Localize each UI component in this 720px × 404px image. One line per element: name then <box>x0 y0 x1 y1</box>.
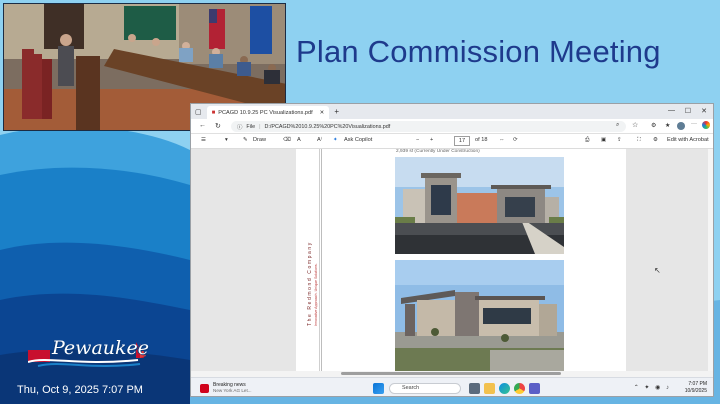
taskbar-search-box[interactable]: Search <box>389 383 461 394</box>
news-widget[interactable]: Breaking news New York AG Let... <box>200 382 252 393</box>
info-icon: ⓘ <box>237 124 243 131</box>
tab-actions-icon[interactable]: ▢ <box>195 108 202 116</box>
erase-icon[interactable]: ⌫ <box>283 137 291 143</box>
pdf-toolbar: ☰ ▾ ✎ Draw ⌫ A A⁾ ✦ Ask Copilot − + 17 o… <box>191 134 713 149</box>
teams-icon[interactable] <box>529 383 540 394</box>
vertical-scrollbar[interactable] <box>708 149 713 371</box>
taskbar-clock[interactable]: 7:07 PM 10/9/2025 <box>685 381 707 395</box>
page-margin-line <box>319 149 320 371</box>
fit-page-icon[interactable]: ⇔ <box>499 137 505 143</box>
fullscreen-icon[interactable]: ⛶ <box>637 137 641 144</box>
text-icon[interactable]: A <box>297 137 301 143</box>
news-icon <box>200 384 209 393</box>
vertical-company-tagline: Innovative Approach. Unique Solutions. <box>314 263 318 326</box>
broadcast-timestamp: Thu, Oct 9, 2025 7:07 PM <box>17 384 143 396</box>
maximize-button[interactable]: ☐ <box>685 107 691 115</box>
chrome-icon[interactable] <box>514 383 525 394</box>
draw-button[interactable]: Draw <box>253 137 266 143</box>
back-icon[interactable]: ← <box>199 122 206 129</box>
rotate-icon[interactable]: ⟳ <box>513 137 518 143</box>
news-subtitle: New York AG Let... <box>213 388 252 393</box>
more-options-icon[interactable]: ··· <box>691 121 697 127</box>
edge-icon[interactable] <box>499 383 510 394</box>
contents-icon[interactable]: ☰ <box>201 137 206 143</box>
pdf-file-icon: ■ <box>211 109 216 116</box>
zoom-in-button[interactable]: + <box>430 137 433 143</box>
page-number-input[interactable]: 17 <box>454 136 470 146</box>
page-margin-line-right <box>321 149 322 371</box>
read-aloud-icon[interactable]: A⁾ <box>317 137 322 143</box>
windows-taskbar: Breaking news New York AG Let... Search … <box>191 377 713 396</box>
shared-screen: ▢ ■ PCAGD 10.9.25 PC Visualizations.pdf … <box>190 103 714 397</box>
favorites-icon[interactable]: ★ <box>665 122 670 129</box>
building-caption: 2,939 sf (Currently Under Construction) <box>396 149 480 154</box>
browser-tab-pdf[interactable]: ■ PCAGD 10.9.25 PC Visualizations.pdf ✕ <box>206 106 330 119</box>
meeting-title: Plan Commission Meeting <box>296 34 661 69</box>
address-url: D:/PCAGD%2010.9.25%20PC%20Visualizations… <box>264 123 391 130</box>
refresh-icon[interactable]: ↻ <box>215 122 221 130</box>
file-explorer-icon[interactable] <box>484 383 495 394</box>
copilot-icon[interactable] <box>702 121 710 129</box>
building-photo-image <box>395 260 564 371</box>
clock-date: 10/9/2025 <box>684 388 707 394</box>
task-view-icon[interactable] <box>469 383 480 394</box>
zoom-out-button[interactable]: − <box>416 137 419 143</box>
address-bar-row: ← ↻ ⓘ File | D:/PCAGD%2010.9.25%20PC%20V… <box>191 119 713 134</box>
edit-with-acrobat-button[interactable]: Edit with Acrobat <box>667 137 709 143</box>
new-tab-button[interactable]: + <box>334 107 339 116</box>
save-icon[interactable]: ▣ <box>601 137 606 143</box>
address-scheme: File <box>246 123 256 130</box>
close-tab-icon[interactable]: ✕ <box>320 110 325 116</box>
extensions-icon[interactable]: ⚙ <box>651 122 656 129</box>
settings-icon[interactable]: ⚙ <box>653 137 658 143</box>
profile-avatar[interactable] <box>677 122 685 130</box>
clock-time: 7:07 PM <box>688 381 707 387</box>
building-rendering-image <box>395 157 564 254</box>
mouse-cursor-icon: ↖ <box>654 266 661 275</box>
system-tray-icons[interactable]: ⌃ ✦ ◉ ♪ <box>634 384 671 391</box>
pdf-viewport: The Redmond Company Innovative Approach.… <box>191 149 713 371</box>
windows-start-icon[interactable] <box>373 383 384 394</box>
highlight-icon[interactable]: ▾ <box>225 137 228 143</box>
vertical-company-logo: The Redmond Company <box>307 241 313 326</box>
browser-tab-bar: ▢ ■ PCAGD 10.9.25 PC Visualizations.pdf … <box>191 104 713 119</box>
zoom-search-icon[interactable]: ⌕ <box>616 122 619 129</box>
favorite-star-icon[interactable]: ☆ <box>632 121 638 129</box>
minimize-button[interactable]: — <box>668 107 675 114</box>
address-bar[interactable]: ⓘ File | D:/PCAGD%2010.9.25%20PC%20Visua… <box>231 121 626 132</box>
horizontal-scrollbar[interactable] <box>341 372 561 375</box>
tab-title: PCAGD 10.9.25 PC Visualizations.pdf <box>218 109 313 116</box>
address-divider: | <box>259 123 261 130</box>
logo-wordmark: Pewaukee <box>52 337 150 359</box>
print-icon[interactable]: ⎙ <box>585 137 589 144</box>
share-icon[interactable]: ⇪ <box>617 137 622 143</box>
copilot-small-icon[interactable]: ✦ <box>333 137 338 143</box>
ask-copilot-button[interactable]: Ask Copilot <box>344 137 372 143</box>
close-window-button[interactable]: ✕ <box>701 107 707 115</box>
draw-pen-icon[interactable]: ✎ <box>243 137 248 143</box>
page-total: of 18 <box>475 137 488 143</box>
